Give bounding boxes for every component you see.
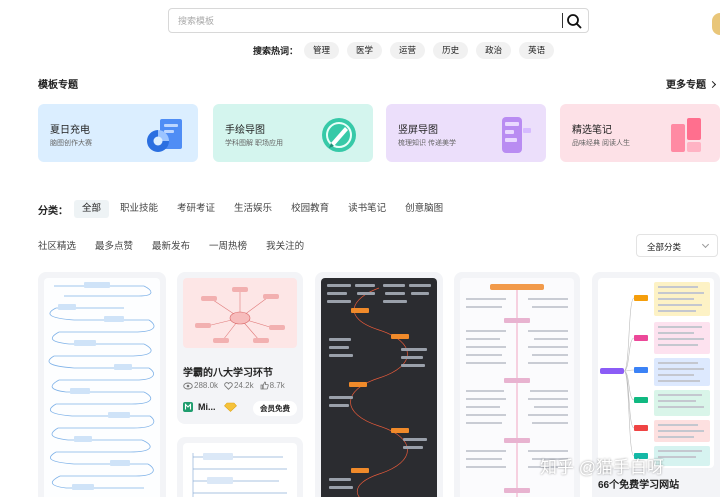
tab-featured[interactable]: 社区精选: [38, 238, 76, 252]
card-stats: 288.0k 24.2k 8.7k: [183, 381, 291, 390]
category-filter: 分类： 全部 职业技能 考研考证 生活娱乐 校园教育 读书笔记 创意脑图: [38, 200, 454, 218]
thumbs-up-icon: [260, 381, 269, 390]
heart-icon: [224, 381, 233, 390]
member-free-badge: 会员免费: [253, 401, 297, 416]
search-bar: [168, 8, 589, 33]
topic-title: 竖屏导图: [398, 125, 438, 136]
more-topics-link[interactable]: 更多专题: [666, 76, 717, 91]
topic-card-notes[interactable]: 精选笔记 品味经典 阅读人生: [560, 104, 720, 162]
thumbs-stat: 8.7k: [260, 381, 285, 390]
search-icon[interactable]: [566, 13, 582, 29]
search-divider: [562, 13, 563, 28]
mindmap-logo-icon: [183, 402, 193, 412]
filter-life[interactable]: 生活娱乐: [226, 200, 280, 218]
avatar[interactable]: [712, 13, 720, 35]
template-thumbnail: [598, 278, 714, 468]
template-card[interactable]: [38, 272, 166, 497]
section-title: 模板专题: [38, 80, 78, 91]
template-thumbnail: [44, 278, 160, 497]
diamond-icon: [223, 402, 237, 412]
filter-creative[interactable]: 创意脑图: [397, 200, 451, 218]
eye-icon: [183, 382, 193, 389]
hot-tag[interactable]: 管理: [304, 42, 340, 59]
hot-tag[interactable]: 医学: [347, 42, 383, 59]
views-stat: 288.0k: [183, 381, 218, 390]
filter-career[interactable]: 职业技能: [112, 200, 166, 218]
topic-card-handdrawn[interactable]: 手绘导图 学科图解 职场应用: [213, 104, 373, 162]
topic-subtitle: 脑图创作大赛: [50, 140, 92, 147]
topic-title: 精选笔记: [572, 125, 612, 136]
tab-most-liked[interactable]: 最多点赞: [95, 238, 133, 252]
likes-stat: 24.2k: [224, 381, 254, 390]
hot-tag[interactable]: 历史: [433, 42, 469, 59]
template-thumbnail: [183, 443, 297, 497]
tab-newest[interactable]: 最新发布: [152, 238, 190, 252]
tab-weekly-hot[interactable]: 一周热榜: [209, 238, 247, 252]
template-card[interactable]: [315, 272, 443, 497]
topic-title: 夏日充电: [50, 125, 90, 136]
topic-title: 手绘导图: [225, 125, 265, 136]
thumbs-count: 8.7k: [269, 381, 285, 390]
tab-following[interactable]: 我关注的: [266, 238, 304, 252]
template-gallery-page: 搜索热词： 管理 医学 运营 历史 政治 英语 模板专题 更多专题 夏日充电 脑…: [0, 0, 720, 497]
filter-campus[interactable]: 校园教育: [283, 200, 337, 218]
views-count: 288.0k: [194, 381, 219, 390]
category-select[interactable]: 全部分类: [636, 234, 718, 257]
watermark: 知乎 @猫手白呀: [540, 458, 664, 477]
chevron-down-icon: [701, 240, 710, 249]
card-title: 66个免费学习网站: [598, 480, 680, 491]
pen-icon: [322, 118, 356, 152]
notes-icon: [671, 118, 701, 152]
sort-tabs: 社区精选 最多点赞 最新发布 一周热榜 我关注的: [38, 237, 323, 253]
template-thumbnail: [183, 278, 297, 348]
card-title: 学霸的八大学习环节: [183, 368, 273, 379]
template-card[interactable]: 学霸的八大学习环节 288.0k 24.2k 8.7k Mi... 会员免费: [177, 272, 303, 424]
topic-card-vertical[interactable]: 竖屏导图 梳理知识 传递美学: [386, 104, 546, 162]
filter-exam[interactable]: 考研考证: [169, 200, 223, 218]
topic-card-summer[interactable]: 夏日充电 脑图创作大赛: [38, 104, 198, 162]
hot-tag[interactable]: 运营: [390, 42, 426, 59]
template-card[interactable]: [177, 437, 303, 497]
more-topics-label: 更多专题: [666, 80, 706, 91]
pie-chart-icon: [147, 119, 182, 152]
hot-tag[interactable]: 政治: [476, 42, 512, 59]
chevron-right-icon: [708, 80, 717, 89]
likes-count: 24.2k: [234, 381, 254, 390]
hot-tag[interactable]: 英语: [519, 42, 555, 59]
topic-subtitle: 学科图解 职场应用: [225, 140, 283, 147]
topic-subtitle: 品味经典 阅读人生: [572, 140, 630, 147]
filter-label: 分类：: [38, 205, 68, 217]
topic-subtitle: 梳理知识 传递美学: [398, 140, 456, 147]
hot-words-label: 搜索热词：: [253, 46, 299, 56]
template-thumbnail: [321, 278, 437, 497]
author[interactable]: Mi...: [183, 402, 237, 412]
search-input[interactable]: [169, 9, 559, 32]
filter-reading[interactable]: 读书笔记: [340, 200, 394, 218]
phone-mindmap-icon: [502, 117, 531, 153]
hot-words: 搜索热词： 管理 医学 运营 历史 政治 英语: [253, 42, 562, 59]
filter-all[interactable]: 全部: [74, 200, 110, 218]
author-name: Mi...: [198, 402, 216, 412]
category-select-value: 全部分类: [647, 242, 682, 252]
